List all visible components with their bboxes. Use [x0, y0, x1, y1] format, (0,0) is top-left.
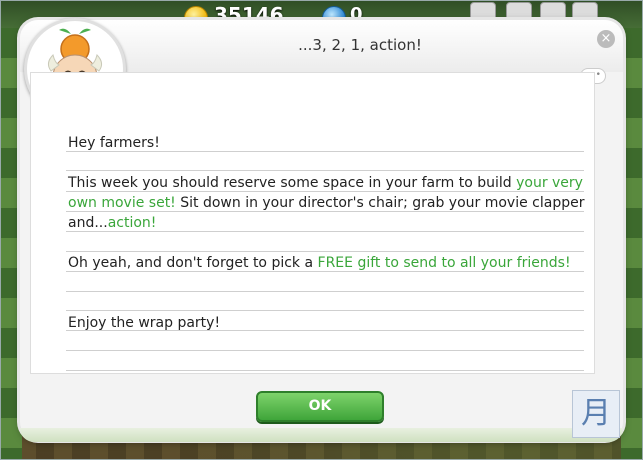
left-background-strip: [0, 28, 22, 460]
right-background-strip: [621, 28, 643, 460]
ruled-line: [66, 350, 584, 351]
greeting-text: Hey farmers!: [68, 135, 160, 151]
bottom-grass-border: [20, 428, 623, 442]
ruled-line: [66, 291, 584, 292]
ruled-line: [66, 251, 584, 252]
ruled-line: [66, 170, 584, 171]
paragraph-wrap-party: Enjoy the wrap party!: [68, 315, 221, 331]
ruled-line: [66, 310, 584, 311]
p2-text: Oh yeah, and don't forget to pick a: [68, 255, 318, 271]
moon-character-icon[interactable]: 月: [572, 390, 620, 438]
p2-highlight-free-gift: FREE gift to send to all your friends!: [317, 255, 571, 271]
dialog-title: ...3, 2, 1, action!: [298, 36, 422, 54]
paragraph-movie-set: This week you should reserve some space …: [68, 173, 588, 233]
close-icon[interactable]: ×: [597, 30, 615, 48]
p1-highlight-action: action!: [107, 215, 157, 231]
paragraph-free-gift: Oh yeah, and don't forget to pick a FREE…: [68, 253, 588, 273]
ok-button[interactable]: OK: [256, 391, 384, 422]
p1-text: This week you should reserve some space …: [68, 175, 517, 191]
ruled-line: [66, 370, 584, 371]
